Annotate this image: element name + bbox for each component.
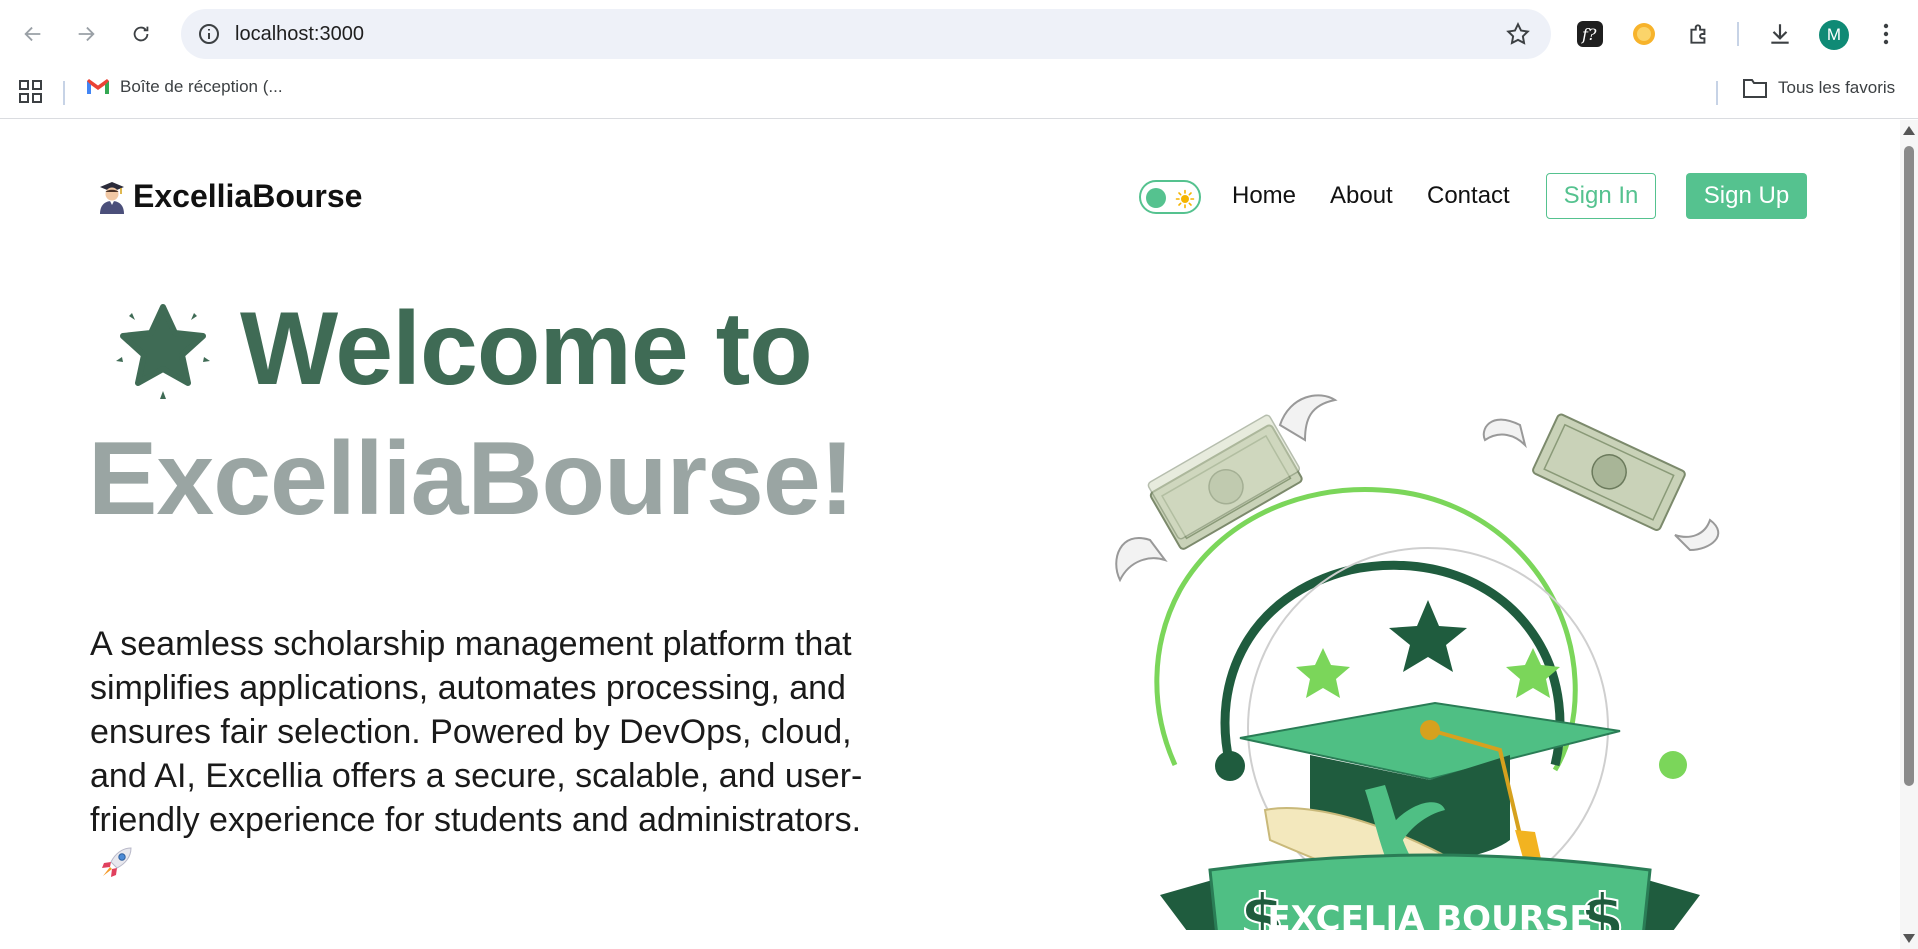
orange-extension-button[interactable] [1628, 18, 1660, 50]
glowing-star-icon [116, 303, 210, 399]
page-scrollbar[interactable] [1900, 120, 1918, 949]
downloads-button[interactable] [1764, 18, 1796, 50]
bookmark-all-folder[interactable]: Tous les favoris [1742, 77, 1895, 99]
bookmark-star-icon[interactable] [1505, 21, 1531, 47]
back-button[interactable] [16, 17, 50, 51]
scroll-up-arrow-icon[interactable] [1903, 126, 1915, 135]
flying-money-right-icon [1482, 413, 1720, 552]
logo-banner-text: EXCELIA BOURSE [1267, 899, 1592, 930]
excelia-bourse-logo: $ $ EXCELIA BOURSE [1115, 394, 1720, 930]
arrow-left-icon [24, 26, 41, 42]
menu-button[interactable] [1870, 18, 1902, 50]
flying-money-left-icon [1115, 394, 1338, 583]
browser-toolbar: localhost:3000 f? M [0, 0, 1918, 67]
reload-button[interactable] [124, 17, 158, 51]
bookmarks-bar: Boîte de réception (... Tous les favoris [0, 67, 1918, 119]
hero-title-welcome: Welcome to [240, 291, 813, 407]
info-icon[interactable] [197, 22, 221, 46]
kebab-menu-icon [1883, 23, 1889, 45]
formula-extension-button[interactable]: f? [1574, 18, 1606, 50]
sign-in-button[interactable]: Sign In [1546, 173, 1656, 219]
gmail-icon [87, 79, 109, 94]
puzzle-icon [1690, 24, 1706, 44]
hero-description: A seamless scholarship management platfo… [90, 622, 900, 886]
toolbar-divider [1737, 22, 1739, 46]
bookmark-gmail-label: Boîte de réception (... [120, 77, 283, 96]
download-icon [1771, 24, 1789, 44]
sign-up-button[interactable]: Sign Up [1686, 173, 1807, 219]
apps-grid-icon[interactable] [18, 79, 44, 105]
nav-contact-link[interactable]: Contact [1427, 182, 1510, 210]
brand-logo[interactable]: ExcelliaBourse [97, 178, 362, 215]
orange-circle-icon [1633, 23, 1655, 45]
formula-icon: f? [1577, 21, 1603, 47]
arrow-right-icon [78, 26, 95, 42]
folder-icon [1743, 79, 1767, 98]
hero-title-brand: ExcelliaBourse! [88, 421, 854, 537]
graduate-emoji-icon [100, 181, 124, 214]
hero-heading-line1: Welcome to [108, 290, 813, 409]
sun-icon [1175, 189, 1195, 209]
scroll-down-arrow-icon[interactable] [1903, 934, 1915, 943]
brand-name: ExcelliaBourse [133, 178, 363, 214]
forward-button[interactable] [69, 17, 103, 51]
bookmarks-divider-right [1716, 81, 1718, 105]
url-text[interactable]: localhost:3000 [235, 23, 364, 46]
bookmark-gmail[interactable]: Boîte de réception (... [86, 77, 283, 97]
theme-toggle[interactable] [1139, 180, 1201, 214]
toggle-knob [1146, 188, 1166, 208]
bookmark-all-label: Tous les favoris [1778, 78, 1896, 97]
bookmarks-divider [63, 81, 65, 105]
svg-text:f?: f? [1581, 25, 1597, 44]
nav-about-link[interactable]: About [1330, 182, 1393, 210]
profile-avatar[interactable]: M [1819, 20, 1849, 50]
hero-description-text: A seamless scholarship management platfo… [90, 625, 863, 839]
extensions-button[interactable] [1683, 18, 1715, 50]
nav-home-link[interactable]: Home [1232, 182, 1296, 210]
scroll-thumb[interactable] [1904, 146, 1914, 786]
reload-icon [133, 26, 149, 42]
address-bar[interactable]: localhost:3000 [181, 9, 1551, 59]
page-viewport: ExcelliaBourse Home About Contact Sign I… [0, 120, 1900, 949]
rocket-emoji-icon [102, 847, 132, 877]
